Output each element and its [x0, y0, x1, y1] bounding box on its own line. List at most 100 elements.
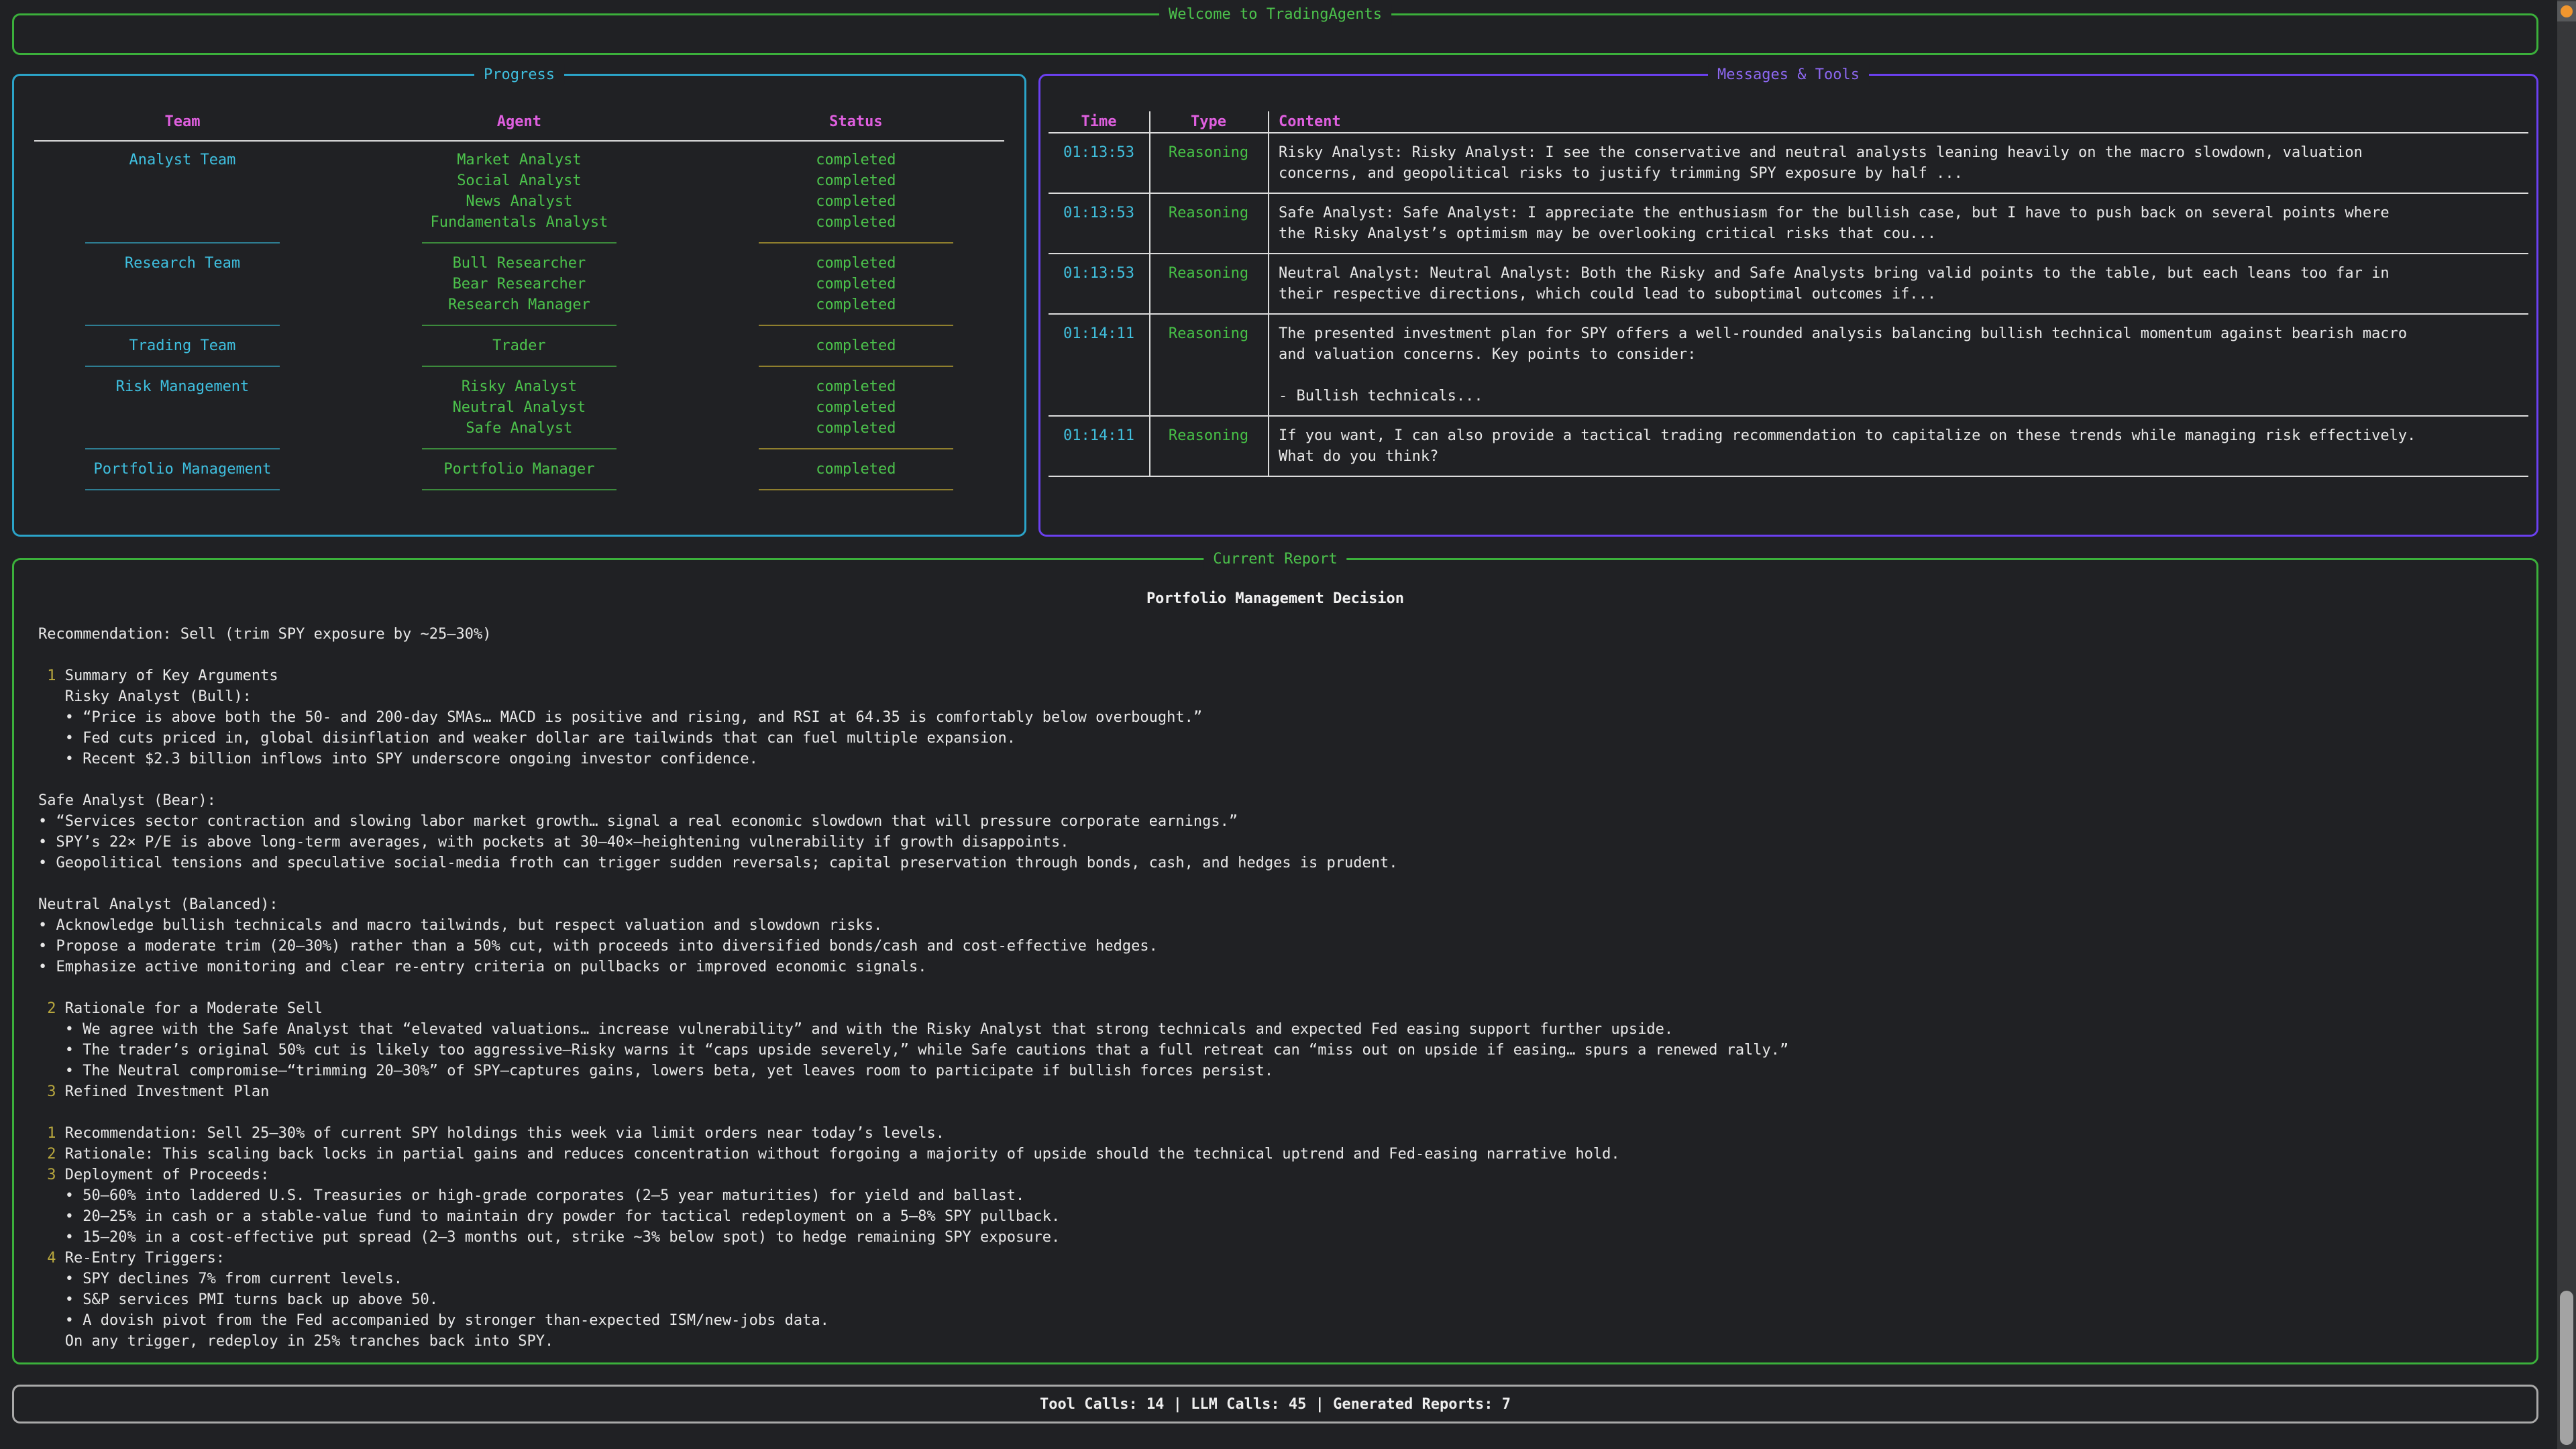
report-line: • 20–25% in cash or a stable-value fund … — [38, 1206, 2536, 1227]
report-line: • 15–20% in a cost-effective put spread … — [38, 1227, 2536, 1248]
report-line: • “Services sector contraction and slowi… — [38, 811, 2536, 832]
report-panel: Current Report Portfolio Management Deci… — [12, 558, 2538, 1364]
agent-cell: Fundamentals Analyst — [351, 212, 688, 233]
message-type: Reasoning — [1149, 263, 1268, 305]
status-cell: completed — [688, 191, 1024, 212]
report-line: 1 Summary of Key Arguments — [38, 665, 2536, 686]
message-type: Reasoning — [1149, 425, 1268, 467]
scrollbar-track[interactable] — [2557, 0, 2576, 1449]
team-cell — [14, 294, 351, 315]
list-number: 2 — [47, 1146, 56, 1163]
message-content-line: - Bullish technicals... — [1279, 386, 2407, 407]
group-divider-cell — [351, 448, 688, 449]
progress-table-header: Team Agent Status — [14, 111, 1024, 132]
welcome-panel: Welcome to TradingAgents — [12, 13, 2538, 55]
scrollbar-thumb[interactable] — [2560, 1291, 2573, 1445]
message-content: Risky Analyst: Risky Analyst: I see the … — [1268, 142, 2363, 184]
report-line — [38, 1102, 2536, 1123]
message-type: Reasoning — [1149, 142, 1268, 184]
report-line — [38, 873, 2536, 894]
progress-row: Social Analystcompleted — [14, 170, 1024, 191]
message-row: 01:14:11ReasoningThe presented investmen… — [1049, 315, 2528, 415]
report-line: 2 Rationale: This scaling back locks in … — [38, 1144, 2536, 1165]
report-line: • 50–60% into laddered U.S. Treasuries o… — [38, 1185, 2536, 1206]
group-divider-line — [422, 325, 616, 326]
status-cell: completed — [688, 212, 1024, 233]
status-cell: completed — [688, 376, 1024, 397]
team-cell: Research Team — [14, 253, 351, 274]
scroll-top-button[interactable] — [2557, 1, 2576, 21]
report-line: • The trader’s original 50% cut is likel… — [38, 1040, 2536, 1061]
report-line: • SPY declines 7% from current levels. — [38, 1269, 2536, 1289]
list-number: 3 — [47, 1083, 56, 1100]
agent-cell: Social Analyst — [351, 170, 688, 191]
agent-cell: Portfolio Manager — [351, 459, 688, 480]
message-content: The presented investment plan for SPY of… — [1268, 323, 2407, 407]
list-number: 1 — [47, 1125, 56, 1142]
progress-header-rule — [34, 140, 1004, 142]
message-content-line: The presented investment plan for SPY of… — [1279, 323, 2407, 344]
report-line: • Geopolitical tensions and speculative … — [38, 853, 2536, 873]
group-divider-line — [85, 448, 280, 449]
group-divider-line — [85, 489, 280, 490]
group-divider-cell — [351, 242, 688, 244]
report-line — [38, 769, 2536, 790]
group-divider-line — [422, 366, 616, 367]
message-content-line: Risky Analyst: Risky Analyst: I see the … — [1279, 142, 2363, 163]
report-line: • Recent $2.3 billion inflows into SPY u… — [38, 749, 2536, 769]
message-content-line: If you want, I can also provide a tactic… — [1279, 425, 2416, 446]
list-number: 2 — [47, 1000, 56, 1017]
report-line: • S&P services PMI turns back up above 5… — [38, 1289, 2536, 1310]
report-line: • Emphasize active monitoring and clear … — [38, 957, 2536, 977]
message-time: 01:14:11 — [1049, 323, 1149, 407]
report-line: 3 Deployment of Proceeds: — [38, 1165, 2536, 1185]
message-time: 01:13:53 — [1049, 203, 1149, 244]
group-divider-line — [85, 242, 280, 244]
group-divider-cell — [14, 325, 351, 326]
message-content: Safe Analyst: Safe Analyst: I appreciate… — [1268, 203, 2390, 244]
status-cell: completed — [688, 150, 1024, 170]
team-cell — [14, 274, 351, 294]
welcome-title: Welcome to TradingAgents — [1159, 4, 1391, 25]
team-cell — [14, 170, 351, 191]
message-row: 01:13:53ReasoningSafe Analyst: Safe Anal… — [1049, 194, 2528, 253]
status-cell: completed — [688, 274, 1024, 294]
group-divider-cell — [688, 448, 1024, 449]
team-cell — [14, 397, 351, 418]
message-content-line: What do you think? — [1279, 446, 2416, 467]
column-header-team: Team — [14, 111, 351, 132]
report-line: 4 Re-Entry Triggers: — [38, 1248, 2536, 1269]
agent-cell: Research Manager — [351, 294, 688, 315]
group-divider-cell — [351, 489, 688, 490]
message-content-line: their respective directions, which could… — [1279, 284, 2390, 305]
team-cell: Trading Team — [14, 335, 351, 356]
column-divider — [1149, 111, 1150, 477]
progress-row: News Analystcompleted — [14, 191, 1024, 212]
message-type: Reasoning — [1149, 203, 1268, 244]
progress-row: Analyst TeamMarket Analystcompleted — [14, 150, 1024, 170]
message-time: 01:13:53 — [1049, 263, 1149, 305]
terminal-screen: Welcome to TradingAgents Progress Team A… — [0, 0, 2576, 1449]
group-divider — [14, 366, 1024, 367]
progress-row: Bear Researchercompleted — [14, 274, 1024, 294]
report-line: Risky Analyst (Bull): — [38, 686, 2536, 707]
report-line: • We agree with the Safe Analyst that “e… — [38, 1019, 2536, 1040]
group-divider-cell — [351, 366, 688, 367]
footer-panel: Tool Calls: 14 | LLM Calls: 45 | Generat… — [12, 1385, 2538, 1424]
message-content-line: concerns, and geopolitical risks to just… — [1279, 163, 2363, 184]
group-divider — [14, 489, 1024, 490]
agent-cell: Bull Researcher — [351, 253, 688, 274]
group-divider-line — [759, 242, 953, 244]
team-cell: Portfolio Management — [14, 459, 351, 480]
status-cell: completed — [688, 418, 1024, 439]
messages-panel-title: Messages & Tools — [1708, 64, 1869, 85]
report-heading: Portfolio Management Decision — [14, 588, 2536, 609]
group-divider-line — [422, 489, 616, 490]
column-header-status: Status — [688, 111, 1024, 132]
group-divider-cell — [688, 366, 1024, 367]
report-line: Neutral Analyst (Balanced): — [38, 894, 2536, 915]
group-divider — [14, 448, 1024, 449]
message-row: 01:14:11ReasoningIf you want, I can also… — [1049, 417, 2528, 476]
agent-cell: Neutral Analyst — [351, 397, 688, 418]
team-cell — [14, 212, 351, 233]
